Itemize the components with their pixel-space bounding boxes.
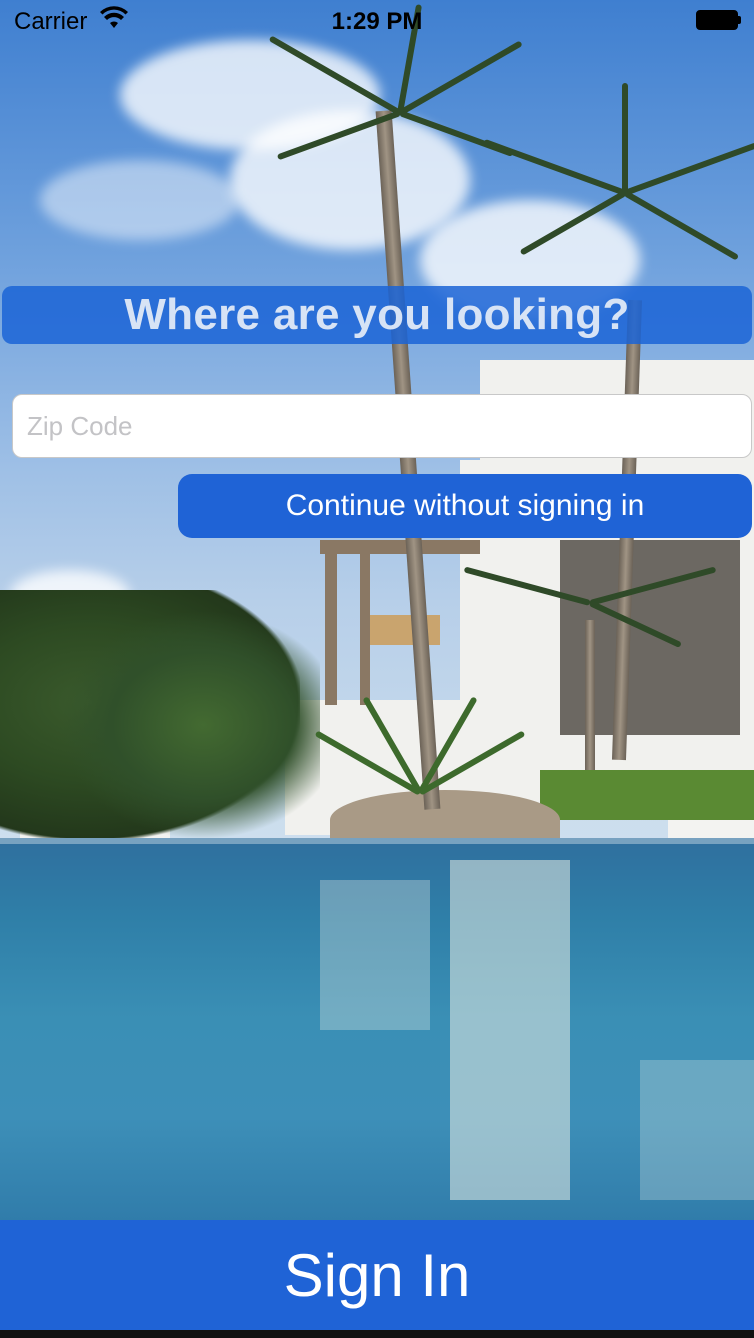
continue-without-signing-in-button[interactable]: Continue without signing in <box>178 474 752 538</box>
app-screen: Carrier 1:29 PM Where are you looking? C… <box>0 0 754 1338</box>
background-photo <box>0 0 754 1338</box>
status-time: 1:29 PM <box>331 8 423 35</box>
title-banner: Where are you looking? <box>2 286 752 344</box>
status-bar: Carrier 1:29 PM <box>0 0 754 40</box>
sign-in-button[interactable]: Sign In <box>0 1220 754 1330</box>
zip-code-input[interactable] <box>12 394 752 458</box>
bottom-divider <box>0 1330 754 1338</box>
page-title: Where are you looking? <box>124 290 630 339</box>
battery-full-icon <box>696 10 741 30</box>
